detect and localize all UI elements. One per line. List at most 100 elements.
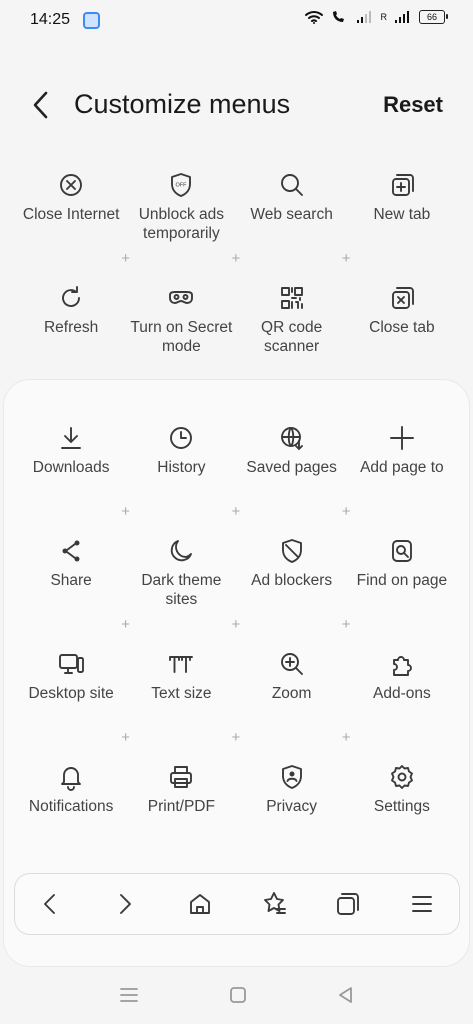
menu-item-label: Print/PDF [147, 798, 215, 815]
zoom-icon [278, 650, 306, 678]
menu-item-label: Close tab [369, 319, 435, 336]
battery-icon: 66 [419, 10, 448, 24]
sheet-menu-item[interactable]: Add page to [347, 418, 457, 531]
drop-slot-plus: + [121, 503, 131, 520]
menu-item-label: Find on page [356, 572, 448, 589]
plus-icon [388, 424, 416, 452]
sheet-menu-item[interactable]: Share [16, 531, 126, 644]
volte-call-icon [332, 11, 344, 22]
app-notification-icon [83, 12, 100, 29]
top-menu-item[interactable]: Close Internet [16, 165, 126, 278]
drop-slot-plus: + [341, 503, 351, 520]
sheet-menu-grid: Downloads History Saved pages Add page to Sh… [16, 418, 457, 870]
refresh-icon [57, 284, 85, 312]
sheet-menu-item[interactable]: Desktop site [16, 644, 126, 757]
privacy-icon [278, 763, 306, 791]
drop-slot-plus: + [121, 250, 131, 267]
signal-icon [356, 11, 371, 23]
reset-button[interactable]: Reset [383, 92, 443, 118]
menu-item-label: Settings [373, 798, 430, 815]
drop-slot-plus: + [341, 616, 351, 633]
menu-item-label: Close Internet [22, 206, 120, 223]
roaming-label: R [380, 12, 388, 22]
shield-off-icon: OFF [167, 171, 195, 199]
sheet-menu-item[interactable]: Downloads [16, 418, 126, 531]
chevron-left-icon [33, 91, 48, 119]
home-nav-icon[interactable] [229, 986, 247, 1004]
mask-icon [167, 284, 195, 312]
menu-icon[interactable] [402, 884, 442, 924]
menu-item-label: Add-ons [373, 685, 431, 702]
sheet-menu-item[interactable]: History [126, 418, 236, 531]
download-icon [57, 424, 85, 452]
sheet-menu-item[interactable]: Privacy [237, 757, 347, 870]
sheet-menu-item[interactable]: Print/PDF [126, 757, 236, 870]
gear-icon [388, 763, 416, 791]
sheet-menu-item[interactable]: Find on page [347, 531, 457, 644]
drop-slot-plus: + [341, 729, 351, 746]
sheet-menu-item[interactable]: Settings [347, 757, 457, 870]
printer-icon [167, 763, 195, 791]
drop-slot-plus: + [231, 729, 241, 746]
status-time: 14:25 [30, 11, 71, 28]
menu-item-label: Dark theme sites [141, 572, 222, 608]
menu-item-label: Desktop site [28, 685, 114, 702]
new-tab-icon [388, 171, 416, 199]
sheet-menu-item[interactable]: Dark theme sites [126, 531, 236, 644]
menu-item-label: Share [50, 572, 92, 589]
sheet-menu-item[interactable]: Ad blockers [237, 531, 347, 644]
top-menu-item[interactable]: Close tab [347, 278, 457, 391]
puzzle-icon [388, 650, 416, 678]
sheet-menu-item[interactable]: Notifications [16, 757, 126, 870]
moon-icon [167, 537, 195, 565]
share-icon [57, 537, 85, 565]
sheet-menu-item[interactable]: Add-ons [347, 644, 457, 757]
drop-slot-plus: + [341, 250, 351, 267]
wifi-icon [304, 11, 323, 24]
status-bar: 14:25 R 66 [0, 0, 473, 42]
menu-item-label: Privacy [266, 798, 318, 815]
top-menu-item[interactable]: Refresh [16, 278, 126, 391]
close-tab-icon [388, 284, 416, 312]
qr-code-icon [278, 284, 306, 312]
clock-icon [167, 424, 195, 452]
text-size-icon [167, 650, 195, 678]
drop-slot-plus: + [231, 250, 241, 267]
tabs-icon[interactable] [328, 884, 368, 924]
close-circle-icon [57, 171, 85, 199]
bell-icon [57, 763, 85, 791]
menu-item-label: QR code scanner [261, 319, 323, 355]
top-menu-item[interactable]: Turn on Secret mode [126, 278, 236, 391]
header: Customize menus Reset [0, 80, 473, 134]
search-icon [278, 171, 306, 199]
sheet-menu-item[interactable]: Text size [126, 644, 236, 757]
menu-item-label: Saved pages [246, 459, 337, 476]
sheet-menu-item[interactable]: Saved pages [237, 418, 347, 531]
menu-item-label: Refresh [43, 319, 99, 336]
menu-item-label: Turn on Secret mode [130, 319, 233, 355]
bookmarks-icon[interactable] [254, 884, 294, 924]
saved-pages-icon [278, 424, 306, 452]
back-button[interactable] [28, 88, 58, 122]
svg-text:OFF: OFF [176, 183, 188, 189]
menu-item-label: Ad blockers [251, 572, 333, 589]
top-menu-item[interactable]: OFF Unblock ads temporarily [126, 165, 236, 278]
find-icon [388, 537, 416, 565]
home-icon[interactable] [180, 884, 220, 924]
menu-item-label: Downloads [32, 459, 110, 476]
menu-item-label: History [157, 459, 206, 476]
desktop-icon [57, 650, 85, 678]
recents-nav-icon[interactable] [119, 986, 139, 1004]
back-icon[interactable] [32, 884, 72, 924]
menu-item-label: New tab [373, 206, 431, 223]
back-nav-icon[interactable] [337, 986, 355, 1004]
top-menu-item[interactable]: Web search [237, 165, 347, 278]
forward-icon[interactable] [106, 884, 146, 924]
menu-item-label: Notifications [28, 798, 114, 815]
ad-block-icon [278, 537, 306, 565]
sheet-menu-item[interactable]: Zoom [237, 644, 347, 757]
status-icons: R 66 [304, 10, 448, 24]
top-menu-item[interactable]: New tab [347, 165, 457, 278]
system-nav-bar [0, 975, 473, 1015]
top-menu-item[interactable]: QR code scanner [237, 278, 347, 391]
